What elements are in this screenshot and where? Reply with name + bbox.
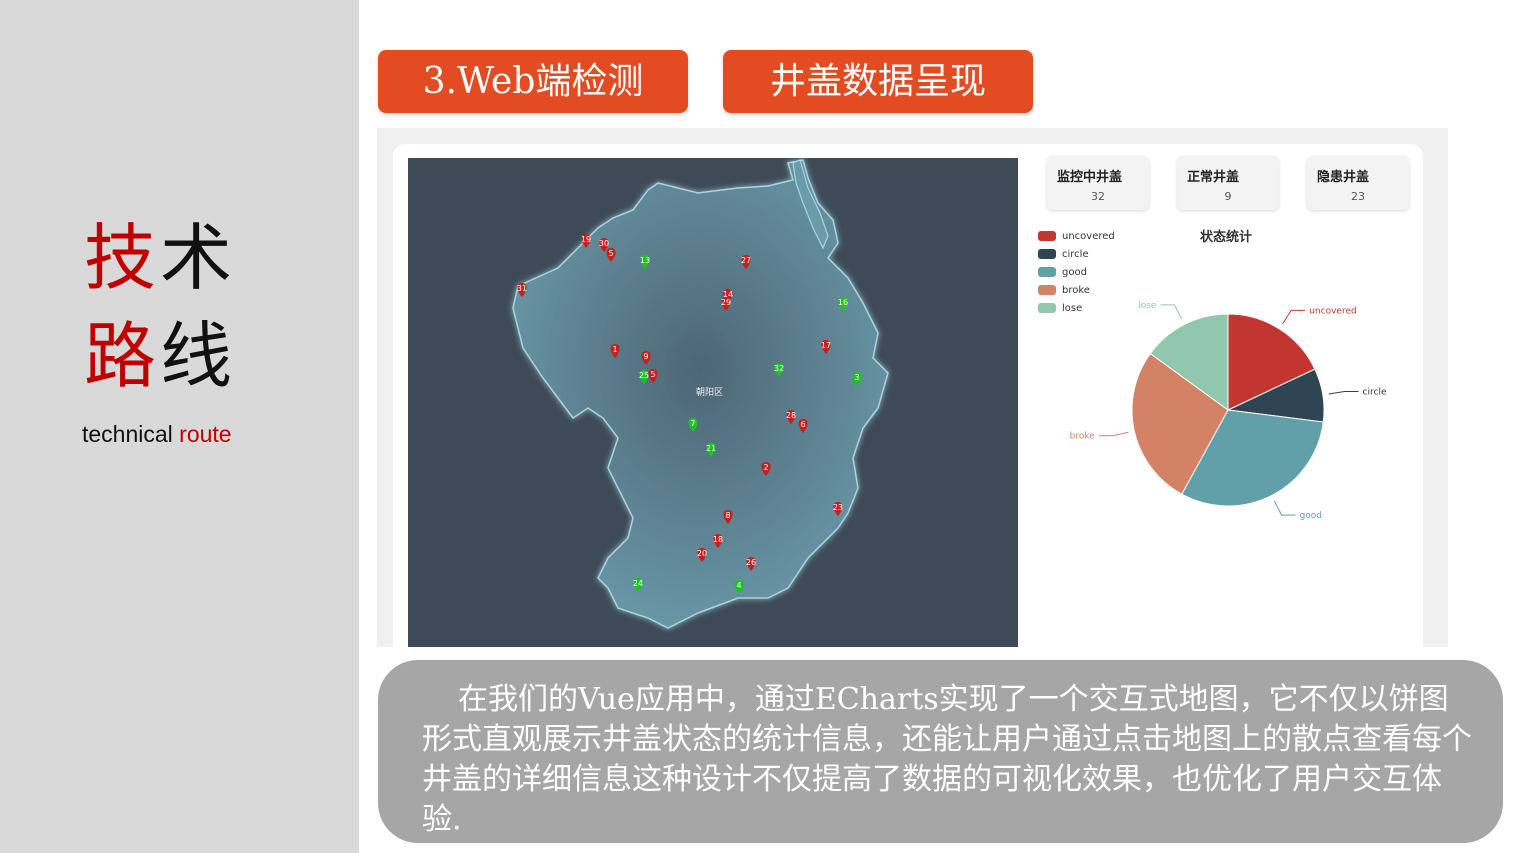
- map-marker-label: 23: [833, 503, 843, 512]
- pie-slice-label: broke: [1070, 432, 1096, 442]
- pie-chart[interactable]: uncovered circle good broke lose: [1060, 300, 1420, 530]
- card-normal: 正常井盖 9: [1177, 156, 1279, 210]
- legend-label: uncovered: [1062, 230, 1115, 242]
- pie-slice-label: lose: [1138, 301, 1157, 311]
- map-marker-label: 16: [838, 298, 848, 307]
- section-title-line1: 技术: [84, 218, 284, 298]
- pie-slice-label: uncovered: [1309, 306, 1356, 316]
- map-marker-label: 17: [821, 341, 831, 350]
- card-monitoring: 监控中井盖 32: [1047, 156, 1149, 210]
- legend-label: broke: [1062, 284, 1090, 296]
- title-char: 路: [84, 314, 161, 398]
- section-title-line2: 路线: [84, 316, 284, 396]
- map-marker-label: 4: [736, 581, 741, 590]
- legend-label: good: [1062, 266, 1087, 278]
- map-marker-label: 20: [697, 549, 707, 558]
- map-marker-label: 5: [608, 249, 613, 258]
- map-marker-label: 27: [741, 256, 751, 265]
- card-hazard: 隐患井盖 23: [1307, 156, 1409, 210]
- map-marker-label: 8: [725, 511, 730, 520]
- description-box: 在我们的Vue应用中，通过ECharts实现了一个交互式地图，它不仅以饼图形式直…: [378, 660, 1503, 843]
- map-marker-label: 3: [854, 373, 859, 382]
- map-marker-label: 25: [639, 371, 649, 380]
- map-marker-label: 21: [706, 444, 716, 453]
- card-value: 9: [1224, 190, 1232, 203]
- legend-swatch: [1038, 267, 1056, 277]
- map-marker-label: 7: [690, 419, 695, 428]
- map-marker-label: 13: [640, 256, 650, 265]
- pie-slice-label: circle: [1363, 388, 1387, 398]
- pie-label-line: [1160, 304, 1183, 320]
- title-char: 术: [160, 216, 237, 300]
- section-subtitle: technical route: [82, 421, 232, 448]
- map-marker-label: 9: [643, 352, 648, 361]
- legend-item[interactable]: uncovered: [1038, 227, 1115, 245]
- map-marker-label: 28: [786, 411, 796, 420]
- legend-item[interactable]: good: [1038, 263, 1115, 281]
- card-value: 32: [1091, 190, 1105, 203]
- legend-swatch: [1038, 303, 1056, 313]
- pie-label-line: [1273, 500, 1296, 516]
- card-value: 23: [1351, 190, 1365, 203]
- map-panel[interactable]: 朝阳区 19 30 5 13 27 31 14 29 16 1 9 17 25 5 32 3 7 28 6 21 2 23…: [408, 158, 1018, 647]
- card-title: 正常井盖: [1187, 170, 1240, 185]
- data-presentation-pill: 井盖数据呈现: [723, 50, 1033, 113]
- pie-slice-label: good: [1300, 511, 1322, 521]
- map-marker-label: 31: [517, 284, 527, 293]
- map-marker-label: 18: [713, 535, 723, 544]
- map-marker-label: 32: [774, 364, 784, 373]
- pie-label-line: [1282, 309, 1306, 325]
- map-marker-label: 24: [633, 579, 643, 588]
- subtitle-word-highlight: route: [179, 421, 232, 447]
- legend-label: circle: [1062, 248, 1089, 260]
- map-marker-label: 2: [763, 463, 768, 472]
- pie-label-line: [1328, 391, 1359, 395]
- map-marker-label: 29: [721, 298, 731, 307]
- map-marker-label: 5: [650, 370, 655, 379]
- description-text: 在我们的Vue应用中，通过ECharts实现了一个交互式地图，它不仅以饼图形式直…: [422, 682, 1472, 837]
- title-char: 技: [84, 216, 161, 300]
- map-district-label: 朝阳区: [696, 387, 723, 398]
- map-marker-label: 1: [612, 345, 617, 354]
- legend-swatch: [1038, 231, 1056, 241]
- legend-item[interactable]: broke: [1038, 281, 1115, 299]
- pie-label-line: [1098, 431, 1129, 437]
- legend-item[interactable]: circle: [1038, 245, 1115, 263]
- map-marker-label: 26: [746, 558, 756, 567]
- title-char: 线: [160, 314, 237, 398]
- map-marker-label: 6: [800, 420, 805, 429]
- card-title: 监控中井盖: [1057, 170, 1123, 185]
- legend-swatch: [1038, 285, 1056, 295]
- web-detection-pill: 3.Web端检测: [378, 50, 688, 113]
- map-marker-label: 19: [581, 235, 591, 244]
- card-title: 隐患井盖: [1317, 170, 1370, 185]
- subtitle-word: technical: [82, 421, 173, 447]
- legend-swatch: [1038, 249, 1056, 259]
- pie-title: 状态统计: [1200, 230, 1253, 245]
- map-marker-label: 30: [599, 239, 609, 248]
